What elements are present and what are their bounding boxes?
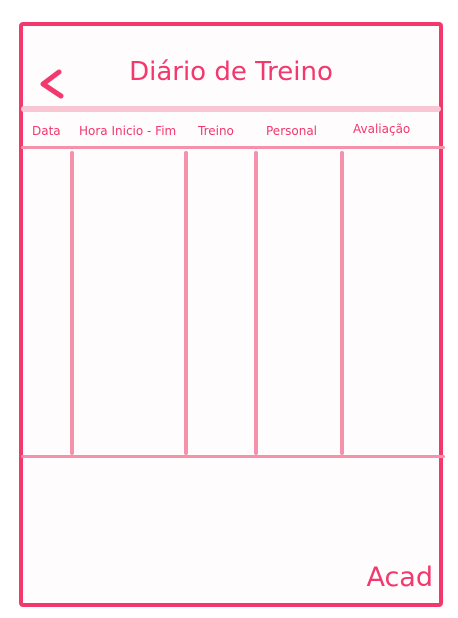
header-divider (21, 146, 445, 149)
page-title: Diário de Treino (129, 57, 333, 87)
brand-label: Acad (366, 562, 433, 593)
column-header-hora: Hora Inicio - Fim (79, 124, 177, 138)
column-header-personal: Personal (266, 124, 318, 138)
column-divider (340, 151, 344, 455)
column-header-treino: Treino (198, 124, 234, 138)
column-divider (184, 151, 188, 455)
table-bottom-divider (21, 455, 445, 458)
column-divider (70, 151, 74, 455)
column-header-data: Data (32, 124, 61, 138)
app-frame: Diário de Treino Data Hora Inicio - Fim … (19, 22, 445, 607)
column-header-avaliacao: Avaliação (353, 122, 411, 136)
title-divider (21, 106, 441, 112)
column-divider (254, 151, 258, 455)
